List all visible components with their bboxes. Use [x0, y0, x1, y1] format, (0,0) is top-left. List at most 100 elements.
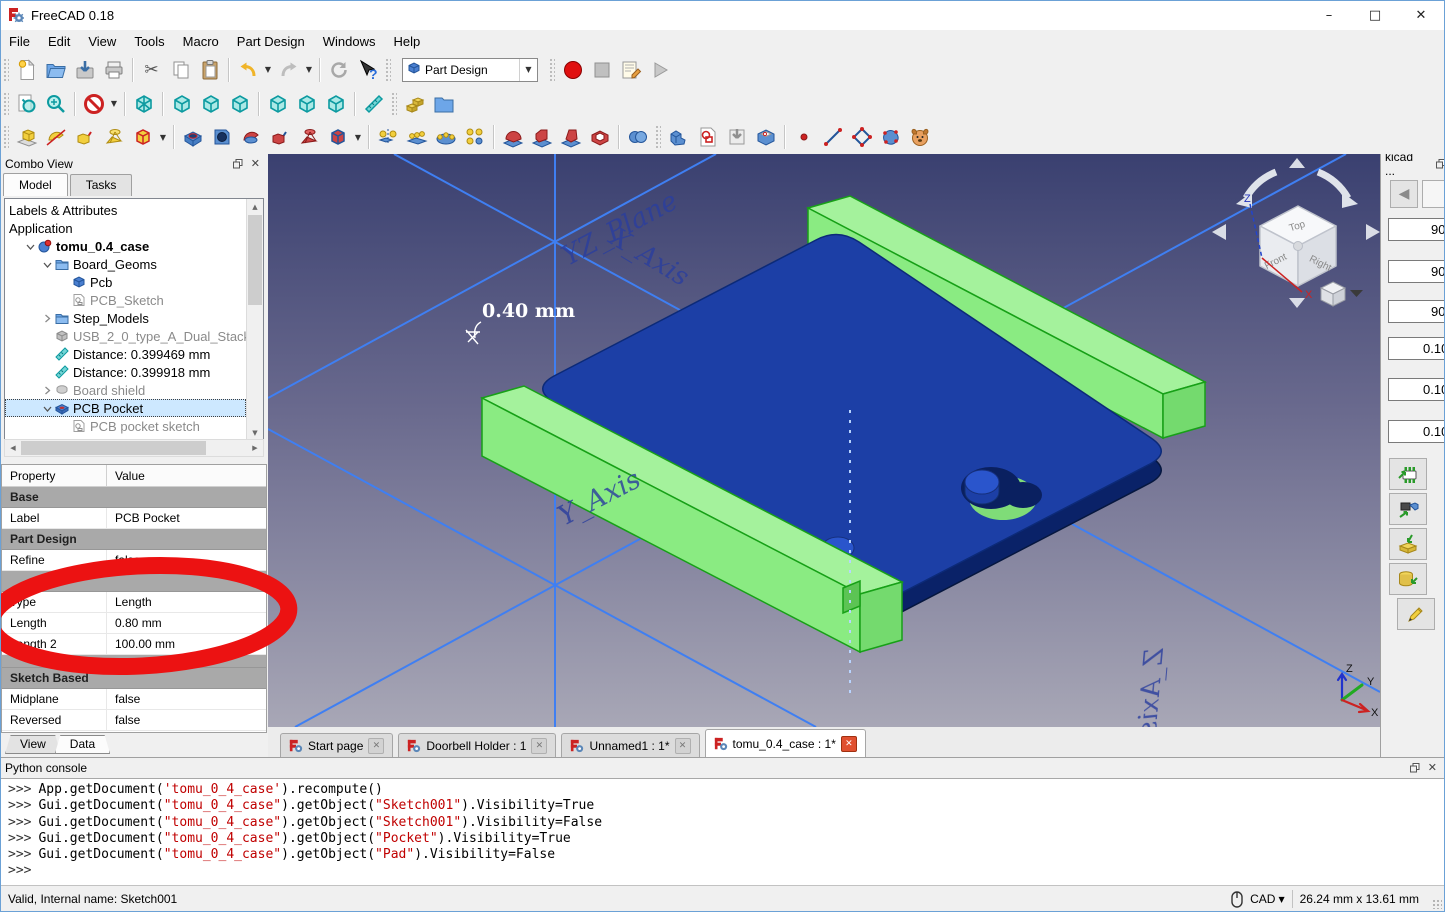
menu-help[interactable]: Help: [384, 32, 429, 51]
property-value[interactable]: Length: [107, 595, 152, 609]
workbench-selector[interactable]: Part Design▼: [402, 58, 538, 82]
chevron-down-icon[interactable]: [43, 404, 53, 413]
create-body-button[interactable]: [664, 123, 693, 152]
scroll-left-icon[interactable]: ◀: [5, 440, 21, 456]
macro-edit-button[interactable]: [616, 55, 645, 84]
create-sketch-button[interactable]: [693, 123, 722, 152]
multitransform-button[interactable]: [460, 123, 489, 152]
axonometric-view-button[interactable]: [129, 89, 158, 118]
menu-windows[interactable]: Windows: [314, 32, 385, 51]
resize-grip[interactable]: [1432, 899, 1442, 909]
groove-button[interactable]: [236, 123, 265, 152]
mirrored-button[interactable]: [373, 123, 402, 152]
tree-vertical-scrollbar[interactable]: ▲ ▼: [246, 199, 263, 440]
pad-button[interactable]: [12, 123, 41, 152]
chamfer-button[interactable]: [527, 123, 556, 152]
property-group-part-design[interactable]: Part Design: [2, 529, 266, 550]
property-value[interactable]: 100.00 mm: [107, 637, 175, 651]
copy-button[interactable]: [166, 55, 195, 84]
carbon-copy-button[interactable]: [905, 123, 934, 152]
toolbar-drag-handle[interactable]: [3, 125, 9, 149]
property-value[interactable]: PCB Pocket: [107, 511, 180, 525]
document-tab-start-page[interactable]: Start page✕: [280, 733, 393, 757]
document-tab-tomu-0-4-case-1[interactable]: tomu_0.4_case : 1*✕: [705, 729, 866, 757]
external-geometry-button[interactable]: [876, 123, 905, 152]
kicad-edit-button[interactable]: [1397, 598, 1435, 630]
property-row-length[interactable]: Length0.80 mm: [2, 613, 266, 634]
fit-all-button[interactable]: [12, 89, 41, 118]
kicad-aux-button[interactable]: [1422, 180, 1445, 208]
tree-item-application[interactable]: Application: [5, 219, 246, 237]
close-button[interactable]: ✕: [1398, 0, 1444, 30]
draw-style-button[interactable]: [79, 89, 108, 118]
subtractive-primitive-dropdown[interactable]: ▼: [352, 123, 364, 152]
kicad-field-1[interactable]: 90: [1388, 218, 1445, 241]
polar-pattern-button[interactable]: [431, 123, 460, 152]
refresh-button[interactable]: [324, 55, 353, 84]
python-console-input[interactable]: >>>App.getDocument('tomu_0_4_case').reco…: [0, 778, 1445, 885]
menu-macro[interactable]: Macro: [174, 32, 228, 51]
rhombus-button[interactable]: [847, 123, 876, 152]
chevron-right-icon[interactable]: [43, 386, 53, 395]
additive-pipe-button[interactable]: [70, 123, 99, 152]
menu-tools[interactable]: Tools: [125, 32, 173, 51]
tab-view[interactable]: View: [5, 735, 61, 754]
macro-play-button[interactable]: [645, 55, 674, 84]
tree-item-step-models[interactable]: Step_Models: [5, 309, 246, 327]
close-panel-icon[interactable]: ✕: [1428, 763, 1437, 774]
tab-model[interactable]: Model: [3, 173, 68, 196]
property-group-base[interactable]: Base: [2, 487, 266, 508]
draft-button[interactable]: [556, 123, 585, 152]
subtractive-loft-button[interactable]: [294, 123, 323, 152]
tree-item-usb-2-0-type-a-dual-stacked-jac[interactable]: USB_2_0_type_A_Dual_Stacked_jac: [5, 327, 246, 345]
map-sketch-button[interactable]: [722, 123, 751, 152]
menu-view[interactable]: View: [79, 32, 125, 51]
toolbar-drag-handle[interactable]: [391, 92, 397, 116]
bottom-view-button[interactable]: [292, 89, 321, 118]
close-tab-icon[interactable]: ✕: [368, 738, 384, 754]
point-button[interactable]: [789, 123, 818, 152]
chevron-down-icon[interactable]: ▼: [519, 59, 537, 81]
kicad-back-button[interactable]: ◀: [1390, 180, 1418, 208]
edit-sketch-button[interactable]: [751, 123, 780, 152]
measure-distance-button[interactable]: [359, 89, 388, 118]
3d-viewport[interactable]: YZ_Plane X_Axis Y_Axis Z_Axis 0.40 mm To: [268, 154, 1380, 727]
tab-tasks[interactable]: Tasks: [70, 174, 133, 196]
tree-item-board-geoms[interactable]: Board_Geoms: [5, 255, 246, 273]
kicad-field-5[interactable]: 0.10: [1388, 378, 1445, 401]
chevron-right-icon[interactable]: [43, 314, 53, 323]
maximize-button[interactable]: □: [1352, 0, 1398, 30]
property-value[interactable]: 0.80 mm: [107, 616, 162, 630]
kicad-field-4[interactable]: 0.10: [1388, 337, 1445, 360]
line-button[interactable]: [818, 123, 847, 152]
property-row-label[interactable]: LabelPCB Pocket: [2, 508, 266, 529]
property-value[interactable]: false: [107, 713, 140, 727]
toolbar-drag-handle[interactable]: [549, 58, 555, 82]
save-button[interactable]: [70, 55, 99, 84]
front-view-button[interactable]: [167, 89, 196, 118]
float-panel-icon[interactable]: [1410, 763, 1420, 773]
additive-primitive-button[interactable]: [128, 123, 157, 152]
whats-this-button[interactable]: ?: [353, 55, 382, 84]
tree-item-pcb-pocket[interactable]: PCB Pocket: [5, 399, 246, 417]
boolean-button[interactable]: [623, 123, 652, 152]
undo-button[interactable]: [233, 55, 262, 84]
nav-style-selector[interactable]: CAD▼: [1250, 892, 1285, 906]
tree-item-tomu-0-4-case[interactable]: tomu_0.4_case: [5, 237, 246, 255]
right-view-button[interactable]: [225, 89, 254, 118]
property-group-hidden[interactable]: [2, 571, 266, 592]
create-group-button[interactable]: [429, 89, 458, 118]
tree-item-board-shield[interactable]: Board shield: [5, 381, 246, 399]
create-part-button[interactable]: [400, 89, 429, 118]
fillet-button[interactable]: [498, 123, 527, 152]
left-view-button[interactable]: [321, 89, 350, 118]
thickness-button[interactable]: [585, 123, 614, 152]
redo-dropdown[interactable]: ▼: [303, 55, 315, 84]
toolbar-drag-handle[interactable]: [655, 125, 661, 149]
float-panel-icon[interactable]: [233, 159, 243, 169]
property-row-type[interactable]: TypeLength: [2, 592, 266, 613]
float-panel-icon[interactable]: [1436, 159, 1445, 169]
kicad-field-2[interactable]: 90: [1388, 260, 1445, 283]
revolution-button[interactable]: [41, 123, 70, 152]
menu-file[interactable]: File: [0, 32, 39, 51]
